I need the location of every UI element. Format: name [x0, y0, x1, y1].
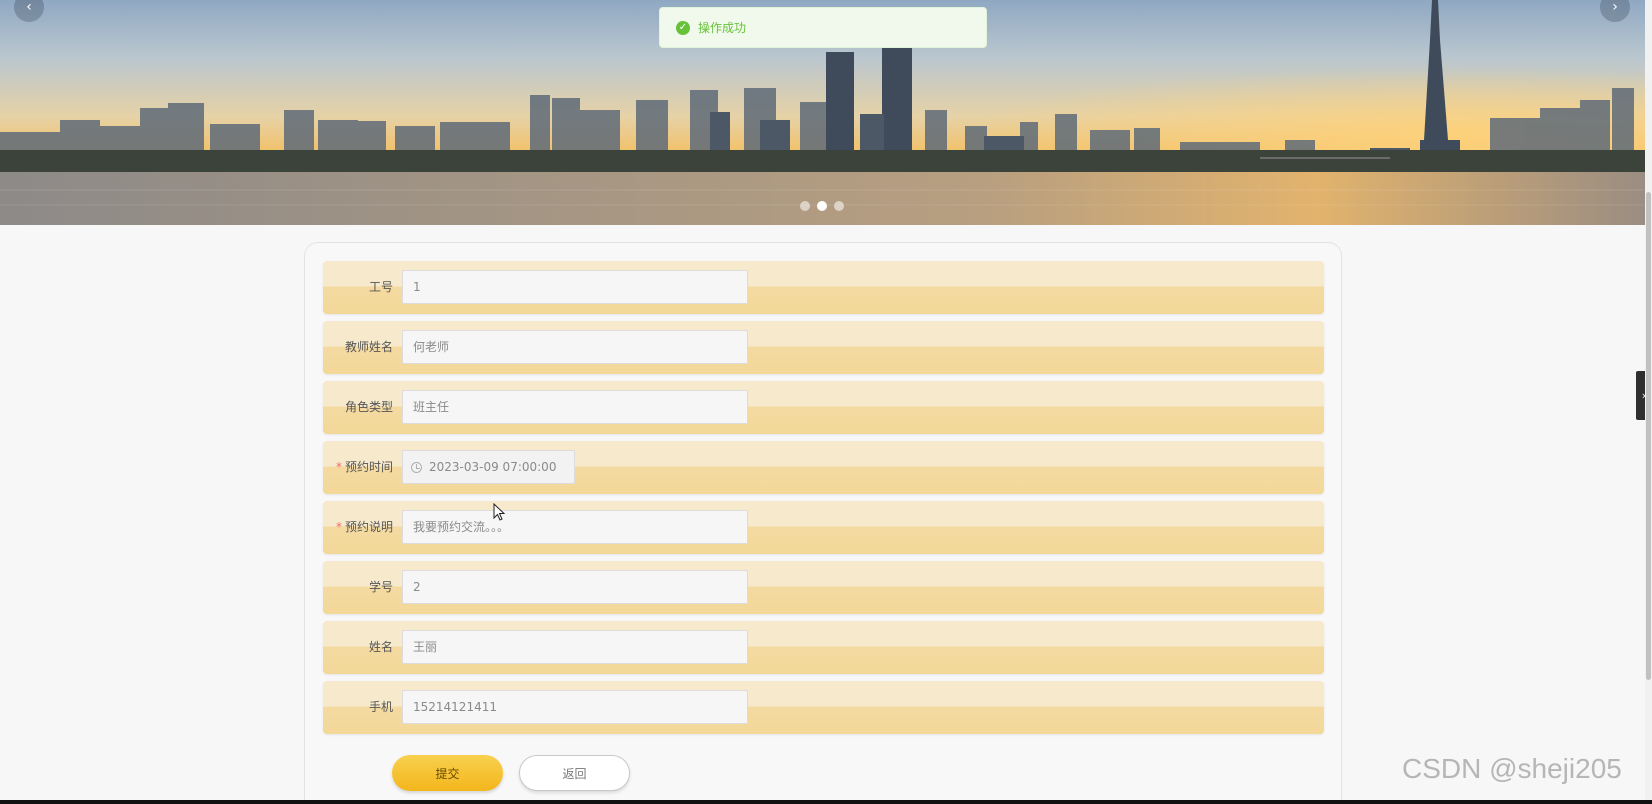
appointment-note-input[interactable]: 我要预约交流。。。	[402, 510, 748, 544]
form-row-role-type: 角色类型 班主任	[323, 381, 1324, 434]
form-row-appointment-note: * 预约说明 我要预约交流。。。	[323, 501, 1324, 554]
clock-icon	[411, 462, 422, 473]
required-mark: *	[335, 460, 342, 474]
success-toast: ✓ 操作成功	[659, 7, 987, 48]
mouse-cursor-icon	[493, 503, 505, 521]
field-label: 角色类型	[344, 400, 393, 414]
teacher-name-input[interactable]: 何老师	[402, 330, 748, 364]
role-type-input[interactable]: 班主任	[402, 390, 748, 424]
toast-message: 操作成功	[698, 21, 747, 35]
appointment-time-value: 2023-03-09 07:00:00	[429, 460, 557, 474]
form-row-student-id: 学号 2	[323, 561, 1324, 614]
field-label: 手机	[368, 700, 393, 714]
required-mark: *	[335, 520, 342, 534]
field-label: 学号	[368, 580, 393, 594]
submit-button[interactable]: 提交	[392, 755, 503, 791]
appointment-time-picker[interactable]: 2023-03-09 07:00:00	[402, 450, 575, 484]
form-row-appointment-time: * 预约时间 2023-03-09 07:00:00	[323, 441, 1324, 494]
appointment-form-panel: 工号 1 教师姓名 何老师 角色类型 班主任 * 预约时间 2023-03-09 …	[304, 242, 1342, 804]
page: ‹ › ✓ 操作成功 工号 1 教师姓名 何老师 角色类型 班主任 *预约时间	[0, 0, 1652, 804]
form-row-staff-id: 工号 1	[323, 261, 1324, 314]
phone-input[interactable]: 15214121411	[402, 690, 748, 724]
field-label: * 预约时间	[335, 460, 393, 474]
field-label: 教师姓名	[344, 340, 393, 354]
student-name-input[interactable]: 王丽	[402, 630, 748, 664]
field-label: 姓名	[368, 640, 393, 654]
form-row-phone: 手机 15214121411	[323, 681, 1324, 734]
watermark-text: CSDN @sheji205	[1402, 753, 1622, 784]
back-button[interactable]: 返回	[519, 755, 630, 791]
check-circle-icon: ✓	[676, 20, 690, 35]
page-scrollbar[interactable]	[1645, 0, 1652, 804]
bottom-edge-bar	[0, 800, 1652, 804]
carousel-indicators	[800, 201, 844, 211]
carousel-dot[interactable]	[834, 201, 844, 211]
carousel-dot[interactable]	[800, 201, 810, 211]
carousel-dot-active[interactable]	[817, 201, 827, 211]
staff-id-input[interactable]: 1	[402, 270, 748, 304]
field-label: * 预约说明	[335, 520, 393, 534]
student-id-input[interactable]: 2	[402, 570, 748, 604]
field-label: 工号	[368, 280, 393, 294]
form-row-student-name: 姓名 王丽	[323, 621, 1324, 674]
form-row-teacher-name: 教师姓名 何老师	[323, 321, 1324, 374]
scrollbar-thumb[interactable]	[1646, 192, 1651, 680]
